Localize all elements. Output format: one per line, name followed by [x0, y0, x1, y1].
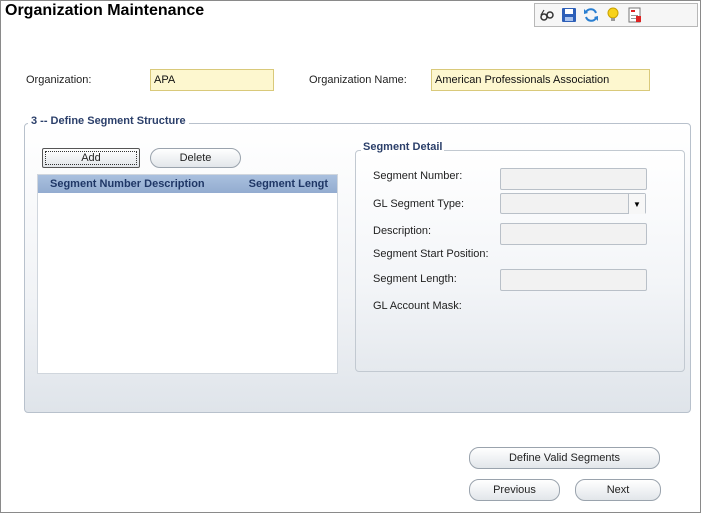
segment-length-field[interactable]: [500, 269, 647, 291]
report-icon[interactable]: [627, 7, 643, 23]
organization-name-label: Organization Name:: [309, 74, 407, 86]
organization-name-field[interactable]: American Professionals Association: [431, 69, 650, 91]
segment-length-label: Segment Length:: [373, 273, 457, 285]
organization-field[interactable]: APA: [150, 69, 274, 91]
glasses-icon[interactable]: [539, 7, 555, 23]
refresh-icon[interactable]: [583, 7, 599, 23]
define-valid-segments-button[interactable]: Define Valid Segments: [469, 447, 660, 469]
next-button[interactable]: Next: [575, 479, 661, 501]
segment-detail-legend: Segment Detail: [361, 141, 445, 153]
save-icon[interactable]: [561, 7, 577, 23]
page-title: Organization Maintenance: [5, 2, 205, 19]
gl-segment-type-label: GL Segment Type:: [373, 198, 465, 210]
toolbar: [534, 3, 698, 27]
add-button[interactable]: Add: [42, 148, 140, 168]
segment-start-position-label: Segment Start Position:: [373, 248, 489, 260]
organization-label: Organization:: [26, 74, 92, 86]
segment-number-field[interactable]: [500, 168, 647, 190]
chevron-down-icon[interactable]: ▼: [628, 194, 645, 214]
segment-list[interactable]: Segment Number Description Segment Lengt: [37, 174, 338, 374]
description-field[interactable]: [500, 223, 647, 245]
column-header-segment-length[interactable]: Segment Lengt: [249, 178, 337, 190]
previous-button[interactable]: Previous: [469, 479, 560, 501]
delete-button[interactable]: Delete: [150, 148, 241, 168]
segment-number-label: Segment Number:: [373, 170, 463, 182]
segment-list-header: Segment Number Description Segment Lengt: [38, 175, 337, 193]
description-label: Description:: [373, 225, 432, 237]
lightbulb-icon[interactable]: [605, 7, 621, 23]
segment-structure-legend: 3 -- Define Segment Structure: [28, 115, 189, 127]
gl-segment-type-select[interactable]: ▼: [500, 193, 646, 214]
column-header-segment-number-description[interactable]: Segment Number Description: [38, 178, 249, 190]
gl-account-mask-label: GL Account Mask:: [373, 300, 462, 312]
